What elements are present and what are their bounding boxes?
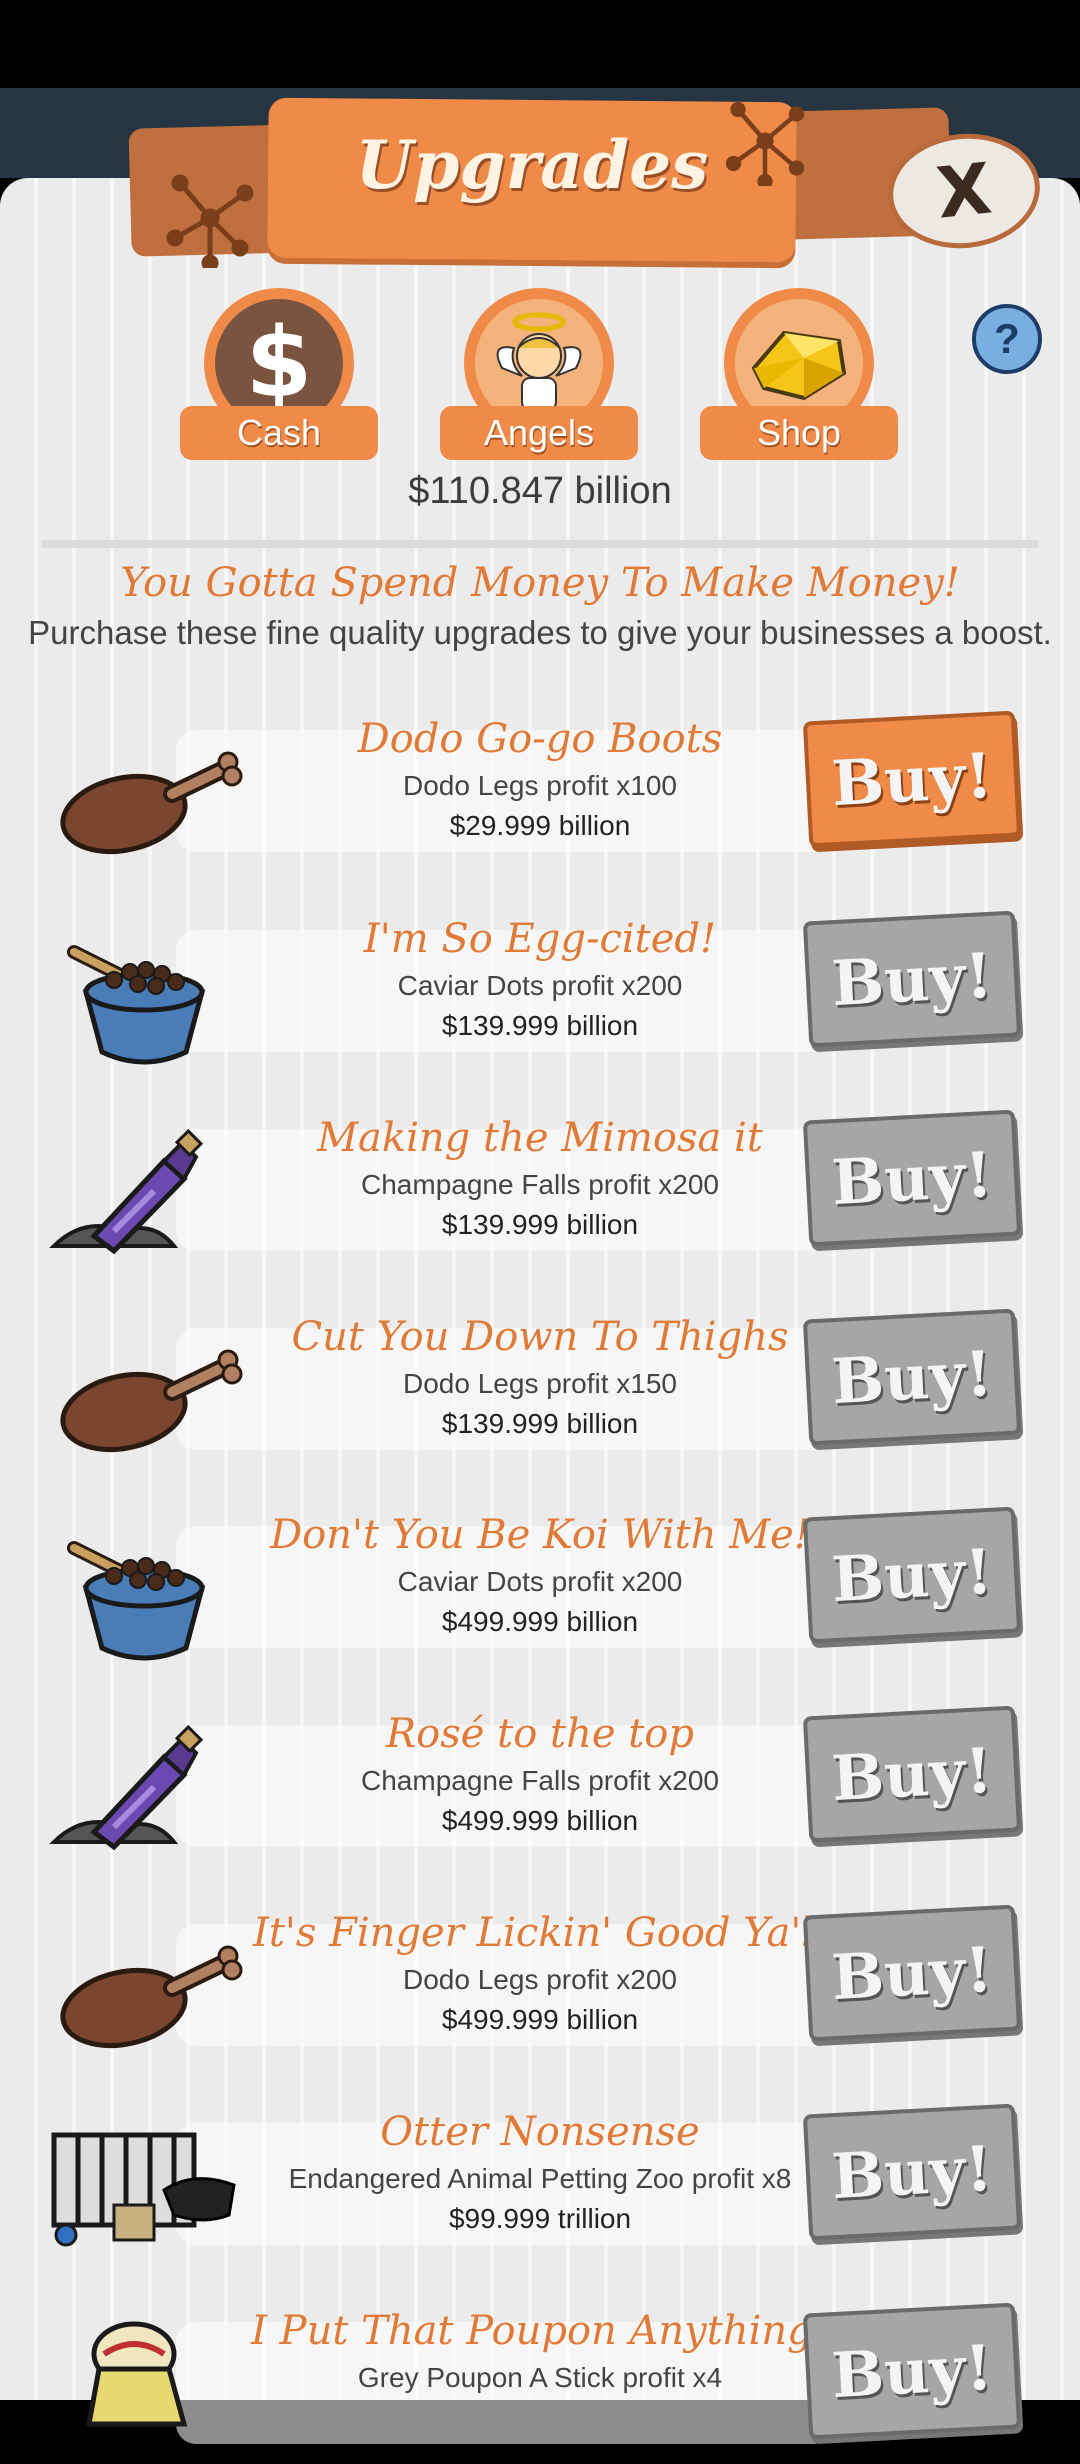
upgrade-name: Making the Mimosa it (317, 1115, 763, 1161)
buy-button[interactable]: Buy! (802, 910, 1022, 1048)
upgrade-effect: Champagne Falls profit x200 (361, 1765, 719, 1796)
buy-button[interactable]: Buy! (802, 1705, 1022, 1843)
upgrade-name: Don't You Be Koi With Me! (270, 1512, 810, 1558)
tab-cash-label: Cash (180, 406, 378, 460)
buy-button[interactable]: Buy! (802, 1904, 1022, 2042)
close-icon: X (932, 147, 996, 235)
upgrade-price: $499.999 billion (441, 1805, 639, 1836)
tab-angels[interactable]: Angels (440, 288, 640, 460)
buy-button[interactable]: Buy! (802, 2302, 1022, 2440)
upgrade-price: $499.999 billion (441, 1606, 639, 1637)
upgrade-effect: Caviar Dots profit x200 (397, 970, 683, 1001)
buy-button[interactable]: Buy! (802, 1109, 1022, 1247)
upgrade-effect: Caviar Dots profit x200 (397, 1566, 683, 1597)
buy-label: Buy! (829, 1336, 995, 1418)
page-title: Upgrades (355, 126, 709, 204)
starburst-icon (725, 101, 805, 186)
upgrade-effect: Champagne Falls profit x200 (361, 1169, 719, 1200)
divider (42, 540, 1038, 548)
help-button[interactable]: ? (972, 304, 1042, 374)
upgrade-effect: Dodo Legs profit x100 (403, 770, 677, 801)
upgrade-row: I'm So Egg-cited! Caviar Dots profit x20… (0, 910, 1080, 1072)
tab-shop-label: Shop (700, 406, 898, 460)
starburst-icon (166, 174, 254, 268)
buy-label: Buy! (829, 938, 995, 1020)
tab-angels-label: Angels (440, 406, 638, 460)
buy-label: Buy! (829, 2330, 995, 2412)
upgrade-row: Don't You Be Koi With Me! Caviar Dots pr… (0, 1506, 1080, 1668)
buy-label: Buy! (829, 1932, 995, 2014)
cash-balance: $110.847 billion (408, 470, 672, 512)
tab-shop[interactable]: Shop (700, 288, 900, 460)
upgrade-row: I Put That Poupon Anything! Grey Poupon … (0, 2302, 1080, 2464)
subtitle: Purchase these fine quality upgrades to … (28, 614, 1052, 651)
upgrade-row: Cut You Down To Thighs Dodo Legs profit … (0, 1308, 1080, 1470)
upgrade-name: Cut You Down To Thighs (291, 1314, 789, 1360)
zoo-icon (51, 2132, 236, 2247)
buy-button[interactable]: Buy! (802, 2103, 1022, 2241)
buy-label: Buy! (829, 1534, 995, 1616)
champagne-icon (49, 1724, 204, 1851)
upgrade-row: Making the Mimosa it Champagne Falls pro… (0, 1109, 1080, 1271)
drumstick-icon (60, 1945, 243, 2048)
caviar-icon (67, 1541, 206, 1661)
drumstick-icon (60, 751, 243, 854)
upgrade-name: I Put That Poupon Anything! (251, 2308, 829, 2354)
upgrade-name: Rosé to the top (386, 1711, 694, 1757)
upgrade-price: $139.999 billion (441, 1010, 639, 1041)
tab-cash[interactable]: $ Cash (180, 288, 380, 460)
upgrade-price: $139.999 billion (441, 1408, 639, 1439)
upgrade-name: Otter Nonsense (380, 2109, 700, 2155)
upgrade-name: It's Finger Lickin' Good Ya'll (253, 1910, 827, 1956)
upgrade-effect: Dodo Legs profit x200 (403, 1964, 677, 1995)
buy-label: Buy! (829, 738, 995, 820)
upgrade-effect: Dodo Legs profit x150 (403, 1368, 677, 1399)
upgrade-effect: Endangered Animal Petting Zoo profit x8 (288, 2163, 792, 2194)
upgrade-price: $99.999 trillion (448, 2203, 632, 2234)
mustard-icon (86, 2321, 188, 2427)
drumstick-icon (60, 1349, 243, 1452)
upgrade-row: Rosé to the top Champagne Falls profit x… (0, 1705, 1080, 1867)
status-bar (0, 0, 1080, 88)
buy-label: Buy! (829, 1733, 995, 1815)
upgrade-price: $29.999 billion (449, 810, 631, 841)
buy-button[interactable]: Buy! (802, 1506, 1022, 1644)
upgrade-row: Otter Nonsense Endangered Animal Petting… (0, 2103, 1080, 2265)
caviar-icon (67, 945, 206, 1065)
upgrade-price: $499.999 billion (441, 2004, 639, 2035)
buy-label: Buy! (829, 1137, 995, 1219)
question-icon: ? (994, 315, 1020, 362)
champagne-icon (49, 1128, 204, 1255)
upgrade-name: I'm So Egg-cited! (363, 916, 717, 962)
upgrade-row: Dodo Go-go Boots Dodo Legs profit x100 $… (0, 710, 1080, 872)
tagline: You Gotta Spend Money To Make Money! (120, 560, 960, 606)
upgrade-price: $139.999 billion (441, 1209, 639, 1240)
buy-button[interactable]: Buy! (802, 1308, 1022, 1446)
upgrade-name: Dodo Go-go Boots (357, 716, 723, 762)
buy-label: Buy! (829, 2131, 995, 2213)
svg-text:$: $ (246, 308, 313, 418)
upgrade-row: It's Finger Lickin' Good Ya'll Dodo Legs… (0, 1904, 1080, 2066)
upgrade-effect: Grey Poupon A Stick profit x4 (357, 2362, 723, 2393)
buy-button[interactable]: Buy! (802, 710, 1022, 848)
